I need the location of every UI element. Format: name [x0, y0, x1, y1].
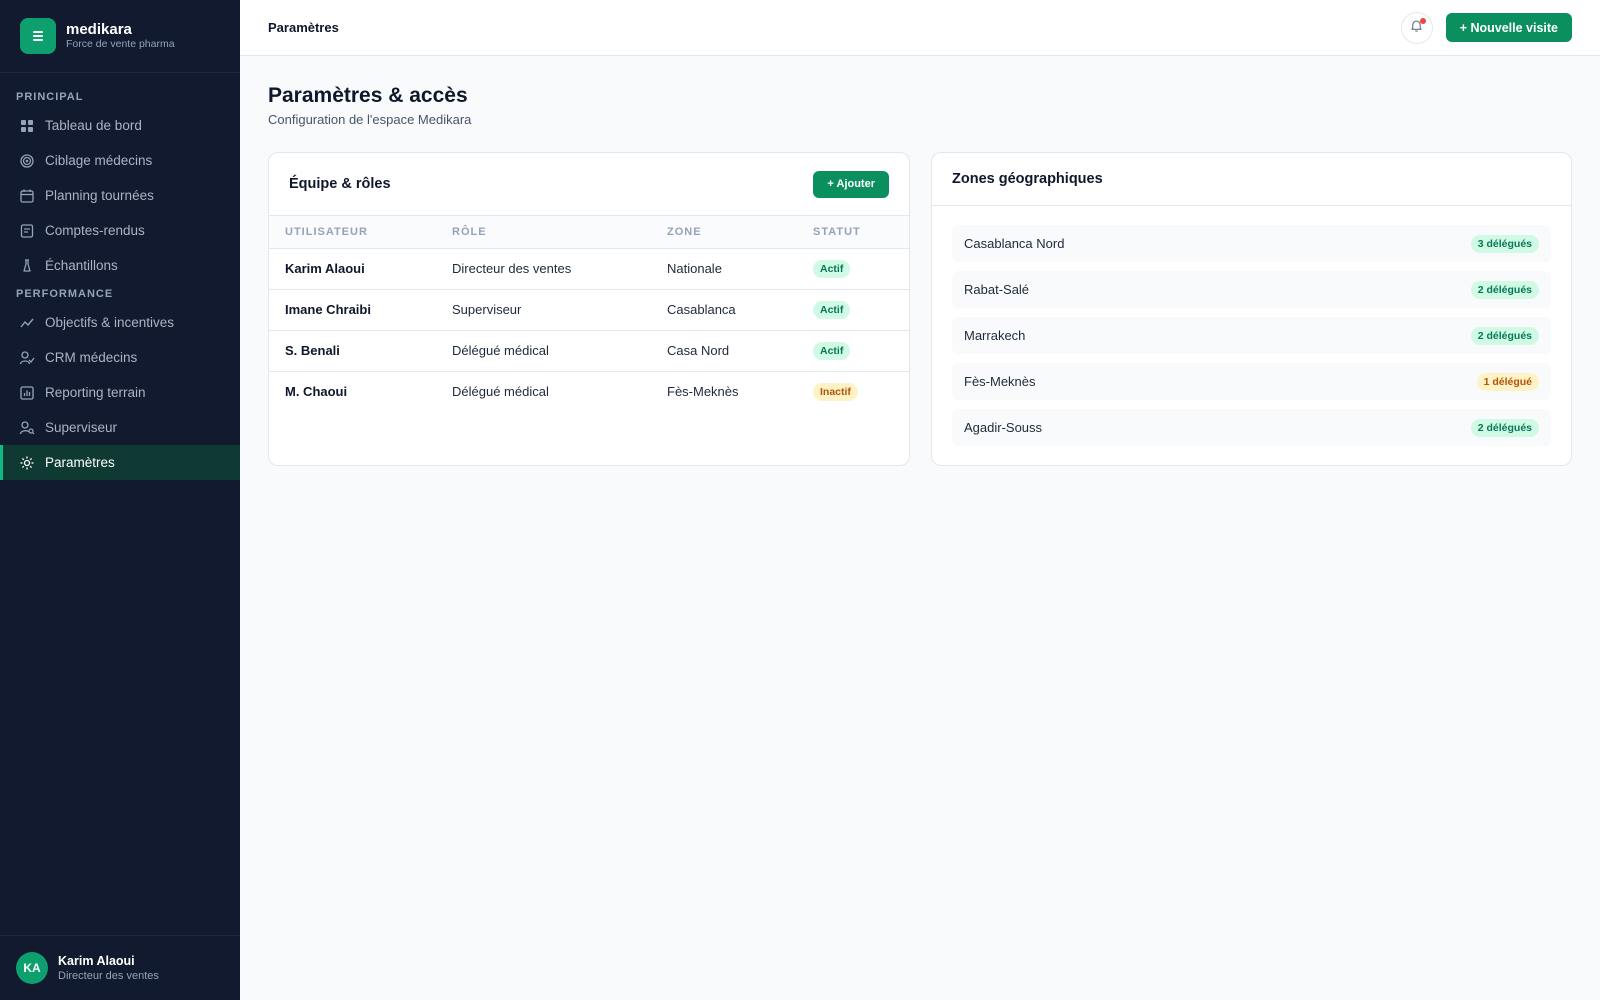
notification-dot	[1419, 17, 1426, 24]
sidebar-item-label: Ciblage médecins	[45, 153, 153, 168]
sidebar-item-tableau-de-bord[interactable]: Tableau de bord	[0, 108, 240, 143]
section-label-performance: PERFORMANCE	[16, 288, 114, 300]
role-cell: Délégué médical	[436, 330, 651, 372]
delegate-count-badge: 2 délégués	[1470, 418, 1539, 437]
sidebar-item-label: Comptes-rendus	[45, 223, 145, 238]
chart-icon	[19, 385, 35, 401]
sidebar-item-label: Échantillons	[45, 258, 118, 273]
status-badge: Actif	[813, 259, 851, 278]
sidebar-item-superviseur[interactable]: Superviseur	[0, 410, 240, 445]
team-roles-card: Équipe & rôles + Ajouter UTILISATEUR RÔL…	[268, 152, 910, 466]
sidebar-item-label: CRM médecins	[45, 350, 138, 365]
table-row[interactable]: Karim Alaoui Directeur des ventes Nation…	[269, 248, 909, 290]
brand[interactable]: medikara Force de vente pharma	[0, 0, 240, 73]
section-label-principal: PRINCIPAL	[16, 91, 84, 103]
column-header-zone[interactable]: ZONE	[651, 216, 797, 249]
gear-icon	[19, 455, 35, 471]
delegate-count-badge: 3 délégués	[1470, 234, 1539, 253]
sidebar-item-label: Reporting terrain	[45, 385, 146, 400]
sidebar-item-comptes-rendus[interactable]: Comptes-rendus	[0, 213, 240, 248]
sidebar: medikara Force de vente pharma PRINCIPAL…	[0, 0, 240, 1000]
grid-icon	[19, 118, 35, 134]
sidebar-item-label: Planning tournées	[45, 188, 154, 203]
add-user-button[interactable]: + Ajouter	[813, 170, 889, 198]
zone-name: Fès-Meknès	[964, 374, 1036, 389]
status-badge: Inactif	[813, 382, 858, 401]
flask-icon	[19, 258, 35, 274]
zone-name: Agadir-Souss	[964, 420, 1043, 435]
zone-cell: Nationale	[651, 248, 797, 290]
sidebar-item-planning-tournees[interactable]: Planning tournées	[0, 178, 240, 213]
user-role: Directeur des ventes	[58, 969, 159, 982]
avatar: KA	[16, 952, 48, 984]
brand-name: medikara	[66, 21, 132, 38]
new-visit-button[interactable]: + Nouvelle visite	[1445, 13, 1572, 42]
zone-name: Casablanca Nord	[964, 236, 1065, 251]
user-check-icon	[19, 350, 35, 366]
list-item[interactable]: Marrakech 2 délégués	[952, 317, 1551, 354]
user-cell: Imane Chraibi	[269, 289, 436, 331]
zone-list: Casablanca Nord 3 délégués Rabat-Salé 2 …	[932, 206, 1571, 446]
page-subtitle: Configuration de l'espace Medikara	[268, 112, 472, 127]
delegate-count-badge: 2 délégués	[1470, 326, 1539, 345]
zone-cell: Fès-Meknès	[667, 384, 739, 400]
status-cell: Inactif	[797, 371, 909, 412]
target-icon	[19, 153, 35, 169]
zone-cell: Casa Nord	[651, 330, 797, 372]
sidebar-item-echantillons[interactable]: Échantillons	[0, 248, 240, 283]
delegate-count-badge: 1 délégué	[1476, 372, 1539, 391]
topbar-title: Paramètres	[268, 20, 339, 35]
table-row[interactable]: M. Chaoui Délégué médical Fès-Meknès Ina…	[269, 371, 909, 412]
table-row[interactable]: Imane Chraibi Superviseur Casablanca Act…	[269, 289, 909, 331]
user-name: Karim Alaoui	[58, 953, 135, 968]
delegate-count-badge: 2 délégués	[1470, 280, 1539, 299]
team-card-title: Équipe & rôles	[289, 176, 391, 192]
calendar-icon	[19, 188, 35, 204]
sidebar-item-label: Objectifs & incentives	[45, 315, 175, 330]
role-cell: Directeur des ventes	[436, 248, 651, 290]
zone-name: Marrakech	[964, 328, 1026, 343]
zones-card-title: Zones géographiques	[952, 171, 1103, 187]
status-badge: Actif	[813, 300, 851, 319]
trend-icon	[19, 315, 35, 331]
column-header-role[interactable]: RÔLE	[436, 216, 651, 249]
role-cell: Délégué médical	[452, 384, 549, 400]
zone-name: Rabat-Salé	[964, 282, 1030, 297]
sidebar-item-reporting-terrain[interactable]: Reporting terrain	[0, 375, 240, 410]
menu-logo-icon	[20, 18, 56, 54]
list-item[interactable]: Casablanca Nord 3 délégués	[952, 225, 1551, 262]
status-badge: Actif	[813, 341, 851, 360]
sidebar-item-ciblage-medecins[interactable]: Ciblage médecins	[0, 143, 240, 178]
sidebar-item-objectifs-incentives[interactable]: Objectifs & incentives	[0, 305, 240, 340]
status-cell: Actif	[797, 289, 909, 331]
brand-tagline: Force de vente pharma	[66, 38, 175, 50]
team-table: UTILISATEUR RÔLE ZONE STATUT Karim Alaou…	[269, 216, 909, 412]
status-cell: Actif	[797, 248, 909, 290]
notifications-button[interactable]	[1400, 11, 1433, 44]
column-header-utilisateur[interactable]: UTILISATEUR	[269, 216, 436, 249]
role-cell: Superviseur	[436, 289, 651, 331]
list-item[interactable]: Agadir-Souss 2 délégués	[952, 409, 1551, 446]
main-content: Paramètres & accès Configuration de l'es…	[268, 56, 1572, 466]
table-row[interactable]: S. Benali Délégué médical Casa Nord Acti…	[269, 330, 909, 372]
list-item[interactable]: Rabat-Salé 2 délégués	[952, 271, 1551, 308]
user-profile[interactable]: KA Karim Alaoui Directeur des ventes	[0, 935, 240, 1000]
sidebar-item-crm-medecins[interactable]: CRM médecins	[0, 340, 240, 375]
status-cell: Actif	[797, 330, 909, 372]
page-title: Paramètres & accès	[268, 84, 468, 107]
zones-card: Zones géographiques Casablanca Nord 3 dé…	[931, 152, 1572, 466]
user-cell: M. Chaoui	[285, 384, 348, 400]
column-header-statut[interactable]: STATUT	[797, 216, 909, 249]
list-item[interactable]: Fès-Meknès 1 délégué	[952, 363, 1551, 400]
sidebar-item-label: Tableau de bord	[45, 118, 142, 133]
user-cell: Karim Alaoui	[269, 248, 436, 290]
document-icon	[19, 223, 35, 239]
sidebar-item-label: Superviseur	[45, 420, 118, 435]
sidebar-item-label: Paramètres	[45, 455, 115, 470]
zone-cell: Casablanca	[651, 289, 797, 331]
sidebar-item-parametres[interactable]: Paramètres	[0, 445, 240, 480]
topbar: Paramètres + Nouvelle visite	[240, 0, 1600, 56]
user-cell: S. Benali	[269, 330, 436, 372]
user-search-icon	[19, 420, 35, 436]
